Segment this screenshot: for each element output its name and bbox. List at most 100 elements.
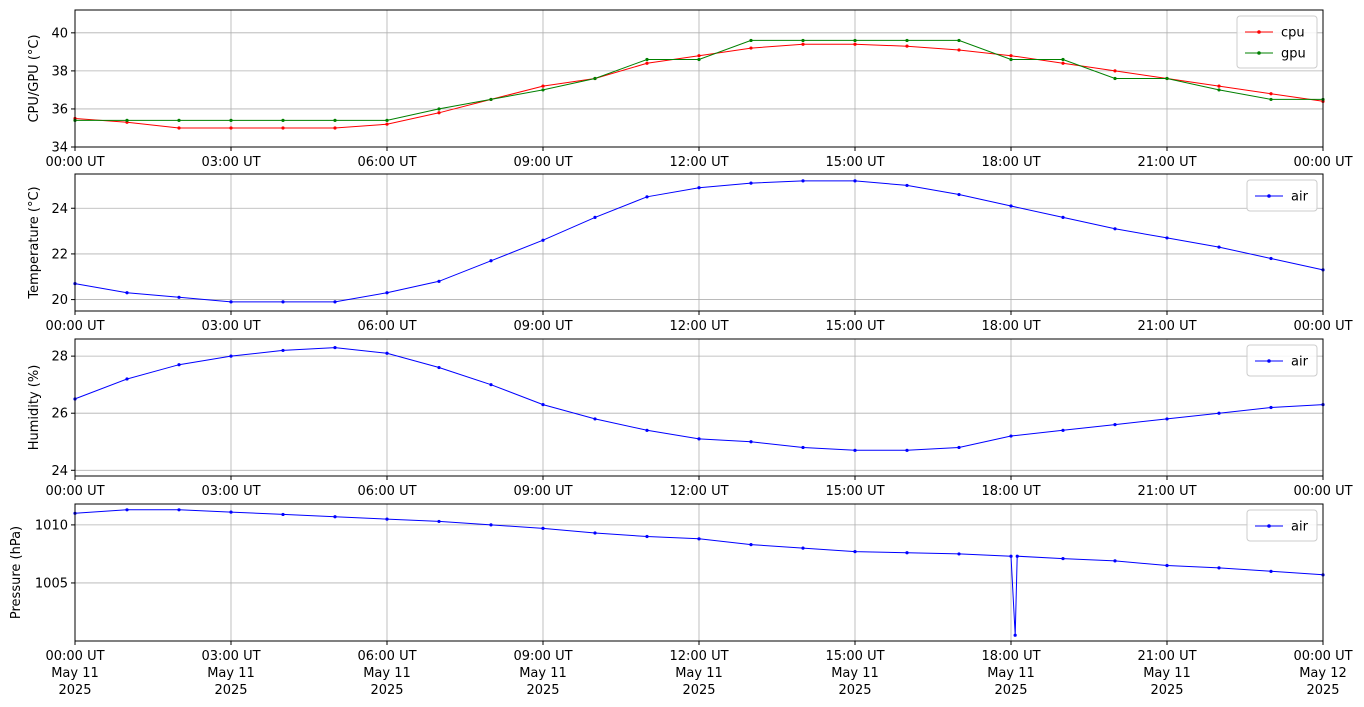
x-tick-label: 12:00 UT <box>669 319 728 334</box>
y-axis-label: Pressure (hPa) <box>9 526 24 619</box>
x-year-label: 2025 <box>370 683 403 698</box>
x-year-label: 2025 <box>214 683 247 698</box>
data-point-air <box>801 179 805 183</box>
data-point-air <box>1113 559 1117 563</box>
data-point-air <box>957 552 961 556</box>
x-tick-label: 09:00 UT <box>513 155 572 170</box>
data-point-air <box>749 181 753 185</box>
data-point-gpu <box>957 38 961 43</box>
x-tick-label: 00:00 UT <box>45 649 104 664</box>
data-point-air <box>1217 566 1221 570</box>
data-point-gpu <box>1269 97 1273 102</box>
data-point-gpu <box>593 76 597 81</box>
panel-1: 34 36 38 40 CPU/GPU (°C) 00:00 UT 03:00 UT 06:0… <box>27 9 1353 170</box>
data-point-air <box>125 508 129 512</box>
data-point-cpu <box>437 111 441 115</box>
x-tick-label: 00:00 UT <box>1293 155 1352 170</box>
data-point-air <box>1061 428 1065 432</box>
data-point-air <box>1113 227 1117 231</box>
y-axis-label: Humidity (%) <box>27 365 42 451</box>
data-point-gpu <box>1217 88 1221 92</box>
x-tick-label: 06:00 UT <box>357 155 416 170</box>
data-point-air <box>1217 245 1221 249</box>
data-point-gpu <box>229 118 233 122</box>
x-tick-label: 18:00 UT <box>981 319 1040 334</box>
data-point-air <box>645 428 649 432</box>
y-tick-label: 26 <box>51 407 68 422</box>
x-tick-label: 03:00 UT <box>201 155 260 170</box>
data-point-air <box>957 192 961 197</box>
data-point-cpu <box>1217 84 1221 88</box>
y-tick-label: 1010 <box>35 518 68 533</box>
y-tick-label: 22 <box>51 247 68 262</box>
data-point-air <box>1165 417 1169 421</box>
x-tick-label: 06:00 UT <box>357 484 416 499</box>
x-tick-label: 21:00 UT <box>1137 155 1196 170</box>
data-point-gpu <box>437 107 441 111</box>
data-point-gpu <box>853 38 857 43</box>
x-tick-label: 18:00 UT <box>981 484 1040 499</box>
data-point-air <box>593 215 597 219</box>
x-date-label: May 11 <box>363 666 411 681</box>
data-point-air <box>385 351 389 355</box>
data-point-gpu <box>1061 57 1065 62</box>
legend-swatch-marker-air <box>1267 194 1271 198</box>
data-point-air <box>489 259 493 263</box>
y-tick-label: 36 <box>51 102 68 117</box>
data-point-cpu <box>645 61 649 65</box>
x-year-label: 2025 <box>58 683 91 698</box>
y-tick-label: 38 <box>51 64 68 79</box>
x-tick-label: 03:00 UT <box>201 319 260 334</box>
data-point-air <box>177 363 181 367</box>
data-point-air <box>125 291 129 295</box>
data-point-air <box>1061 556 1065 561</box>
legend-label-cpu: cpu <box>1281 26 1305 41</box>
x-tick-label: 21:00 UT <box>1137 319 1196 334</box>
data-point-cpu <box>749 46 753 50</box>
data-point-gpu <box>801 38 805 43</box>
data-point-air <box>489 523 493 527</box>
y-tick-label: 20 <box>51 293 68 308</box>
data-point-gpu <box>645 57 649 62</box>
y-tick-label: 40 <box>51 26 68 41</box>
data-point-air <box>645 534 649 539</box>
x-tick-label: 09:00 UT <box>513 319 572 334</box>
x-tick-label: 00:00 UT <box>45 319 104 334</box>
x-tick-label: 06:00 UT <box>357 649 416 664</box>
data-point-air <box>229 510 233 514</box>
data-point-air <box>541 403 545 407</box>
data-point-air <box>437 279 441 283</box>
data-point-cpu <box>1009 54 1013 58</box>
data-point-air <box>1009 434 1013 438</box>
x-tick-label: 00:00 UT <box>45 484 104 499</box>
x-tick-label: 21:00 UT <box>1137 484 1196 499</box>
data-point-air <box>697 186 701 190</box>
data-point-cpu <box>281 126 285 130</box>
x-tick-label: 18:00 UT <box>981 155 1040 170</box>
data-point-gpu <box>905 38 909 43</box>
data-point-air <box>385 517 389 521</box>
data-point-air <box>281 348 285 353</box>
x-date-label: May 11 <box>519 666 567 681</box>
data-point-gpu <box>333 118 337 122</box>
x-year-label: 2025 <box>526 683 559 698</box>
data-point-cpu <box>957 48 961 52</box>
y-tick-label: 34 <box>51 141 68 156</box>
data-point-air <box>1009 554 1013 558</box>
data-point-air <box>1061 215 1065 219</box>
data-point-air <box>801 445 805 450</box>
figure: 34 36 38 40 CPU/GPU (°C) 00:00 UT 03:00 UT 06:0… <box>9 9 1353 698</box>
y-tick-label: 28 <box>51 350 68 365</box>
data-point-air <box>177 295 181 299</box>
data-point-cpu <box>905 44 909 48</box>
data-point-air <box>853 179 857 183</box>
data-point-cpu <box>1269 92 1273 96</box>
data-point-gpu <box>385 118 389 122</box>
data-point-air <box>853 550 857 554</box>
data-point-gpu <box>541 88 545 92</box>
data-point-air <box>905 183 909 188</box>
x-year-label: 2025 <box>994 683 1027 698</box>
data-point-gpu <box>749 38 753 43</box>
data-point-air <box>1015 554 1019 558</box>
data-point-air <box>541 238 545 242</box>
